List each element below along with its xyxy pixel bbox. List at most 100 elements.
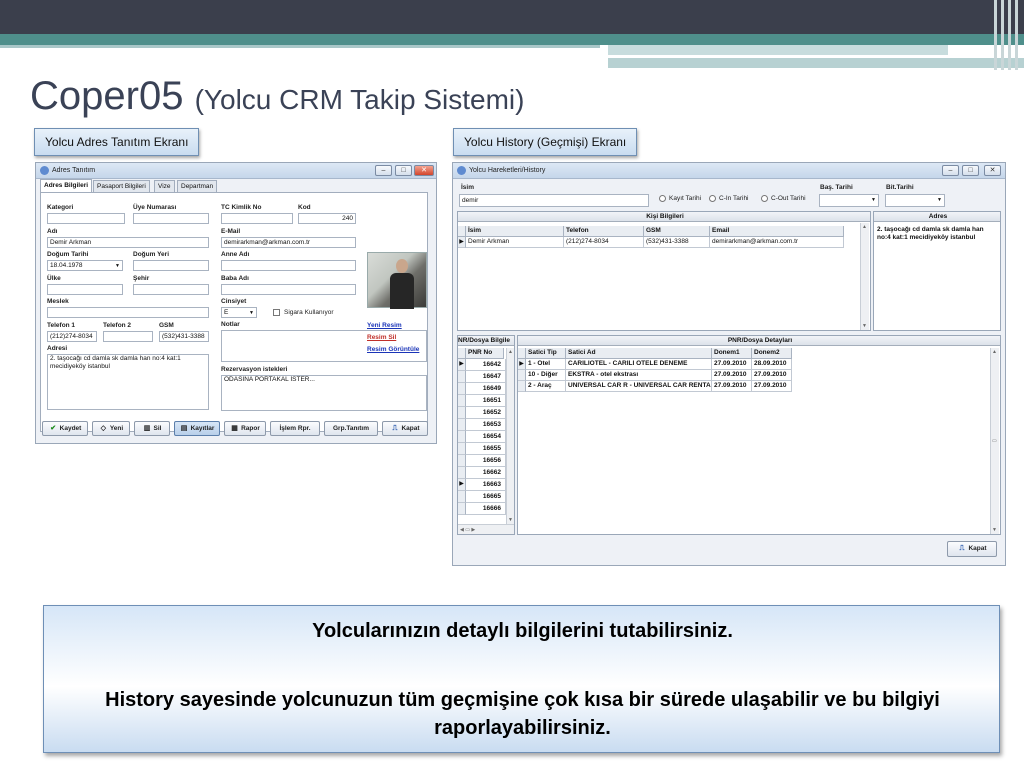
adi-field[interactable]: Demir Arkman [47, 237, 209, 248]
detay-cell[interactable]: 1 - Otel [526, 359, 566, 370]
adresi-textarea[interactable]: 2. taşocağı cd damla sk damla han no:4 k… [47, 354, 209, 410]
isim-search-input[interactable]: demir [459, 194, 649, 207]
baba-adi-field[interactable] [221, 284, 356, 295]
close-icon[interactable]: ✕ [414, 165, 434, 176]
label-cinsiyet: Cinsiyet [221, 298, 247, 305]
pnr-row[interactable]: 16656 [466, 455, 506, 467]
anne-adi-field[interactable] [221, 260, 356, 271]
pnr-row-header-corner [458, 348, 466, 359]
uye-numarasi-field[interactable] [133, 213, 209, 224]
close-icon[interactable]: ✕ [984, 165, 1001, 176]
col-telefon[interactable]: Telefon [564, 226, 644, 237]
cinsiyet-select[interactable]: E [221, 307, 257, 318]
pnr-row[interactable]: 16654 [466, 431, 506, 443]
pnr-scrollbar[interactable]: ▲ ▼ [506, 348, 514, 524]
tab-pasaport-bilgileri[interactable]: Pasaport Bilgileri [93, 180, 150, 192]
col-donem1[interactable]: Donem1 [712, 348, 752, 359]
pnr-list-header: NR/Dosya Bilgile [458, 336, 514, 346]
detay-cell[interactable]: 27.09.2010 [712, 370, 752, 381]
pnr-row[interactable]: 16665 [466, 491, 506, 503]
kategori-field[interactable] [47, 213, 125, 224]
email-field[interactable]: demirarkman@arkman.com.tr [221, 237, 356, 248]
detay-cell[interactable]: 28.09.2010 [752, 359, 792, 370]
resim-goruntule-link[interactable]: Resim Görüntüle [367, 346, 419, 353]
adres-text: 2. taşocağı cd damla sk damla han no:4 k… [877, 226, 984, 241]
kisi-scrollbar[interactable]: ▲ ▼ [860, 223, 869, 330]
sil-button[interactable]: ▥ Sil [134, 421, 170, 436]
dogum-yeri-field[interactable] [133, 260, 209, 271]
yeni-resim-link[interactable]: Yeni Resim [367, 322, 402, 329]
telefon2-field[interactable] [103, 331, 153, 342]
tab-adres-bilgileri[interactable]: Adres Bilgileri [40, 179, 93, 192]
col-donem2[interactable]: Donem2 [752, 348, 792, 359]
ulke-field[interactable] [47, 284, 123, 295]
adres-grid: Adres 2. taşocağı cd damla sk damla han … [873, 211, 1001, 331]
col-isim[interactable]: İsim [466, 226, 564, 237]
sigara-checkbox[interactable] [273, 309, 280, 316]
pnr-row[interactable]: 16651 [466, 395, 506, 407]
rezervasyon-textarea[interactable]: ODASINA PORTAKAL İSTER... [221, 375, 427, 411]
kaydet-button[interactable]: ✔ Kaydet [42, 421, 88, 436]
detay-cell[interactable]: 27.09.2010 [712, 359, 752, 370]
col-satici-tip[interactable]: Satici Tip [526, 348, 566, 359]
pnr-row[interactable]: 16666 [466, 503, 506, 515]
maximize-icon[interactable]: □ [962, 165, 979, 176]
grp-tanitim-button[interactable]: Grp.Tanıtım [324, 421, 378, 436]
sehir-field[interactable] [133, 284, 209, 295]
kisi-cell-isim[interactable]: Demir Arkman [466, 237, 564, 248]
pnr-row[interactable]: 16663 [466, 479, 506, 491]
rapor-button[interactable]: ▦ Rapor [224, 421, 266, 436]
col-satici-ad[interactable]: Satici Ad [566, 348, 712, 359]
pnr-row[interactable]: 16652 [466, 407, 506, 419]
pnr-hscrollbar[interactable]: ◀ ▭ ▶ [458, 524, 514, 534]
col-email[interactable]: Email [710, 226, 844, 237]
pnr-row[interactable]: 16662 [466, 467, 506, 479]
kayitlar-button[interactable]: ▤ Kayıtlar [174, 421, 220, 436]
label-rezervasyon: Rezervasyon istekleri [221, 366, 288, 373]
kisi-cell-telefon[interactable]: (212)274-8034 [564, 237, 644, 248]
radio-kayit-tarihi[interactable] [659, 195, 666, 202]
radio-c-out-tarihi[interactable] [761, 195, 768, 202]
label-notlar: Notlar [221, 321, 240, 328]
detay-cell[interactable]: 27.09.2010 [752, 370, 792, 381]
pnr-row[interactable]: 16653 [466, 419, 506, 431]
kod-field[interactable]: 240 [298, 213, 356, 224]
kapat-button-adres[interactable]: ⎍ Kapat [382, 421, 428, 436]
minimize-icon[interactable]: – [375, 165, 392, 176]
meslek-field[interactable] [47, 307, 209, 318]
yeni-button[interactable]: ◇ Yeni [92, 421, 130, 436]
minimize-icon[interactable]: – [942, 165, 959, 176]
kapat-button-history[interactable]: ⎍ Kapat [947, 541, 997, 557]
history-window-title: Yolcu Hareketleri/History [469, 167, 546, 174]
detay-cell[interactable]: 10 - Diğer [526, 370, 566, 381]
pnr-row[interactable]: 16649 [466, 383, 506, 395]
pnr-row[interactable]: 16655 [466, 443, 506, 455]
detay-cell[interactable]: 27.09.2010 [752, 381, 792, 392]
tab-departman[interactable]: Departman [177, 180, 218, 192]
tc-kimlik-field[interactable] [221, 213, 293, 224]
radio-c-in-tarihi[interactable] [709, 195, 716, 202]
kisi-cell-email[interactable]: demirarkman@arkman.com.tr [710, 237, 844, 248]
pnr-row[interactable]: 16647 [466, 371, 506, 383]
detay-cell[interactable]: EKSTRA - otel ekstrası [566, 370, 712, 381]
app-icon [40, 166, 49, 175]
maximize-icon[interactable]: □ [395, 165, 412, 176]
bas-tarihi-picker[interactable] [819, 194, 879, 207]
resim-sil-link[interactable]: Resim Sil [367, 334, 396, 341]
detay-scrollbar[interactable]: ▲ ▭ ▼ [990, 348, 999, 534]
telefon1-field[interactable]: (212)274-8034 [47, 331, 97, 342]
tab-vize[interactable]: Vize [154, 180, 175, 192]
label-telefon2: Telefon 2 [103, 322, 132, 329]
col-gsm[interactable]: GSM [644, 226, 710, 237]
gsm-field[interactable]: (532)431-3388 [159, 331, 209, 342]
detay-cell[interactable]: 27.09.2010 [712, 381, 752, 392]
kisi-cell-gsm[interactable]: (532)431-3388 [644, 237, 710, 248]
detay-cell[interactable]: 2 - Araç [526, 381, 566, 392]
pnr-row[interactable]: 16642 [466, 359, 506, 371]
detay-cell[interactable]: CARILIOTEL - CARILI OTELE DENEME [566, 359, 712, 370]
col-pnr-no[interactable]: PNR No [466, 348, 504, 359]
dogum-tarihi-picker[interactable]: 18.04.1978 [47, 260, 123, 271]
detay-cell[interactable]: UNIVERSAL CAR R - UNIVERSAL CAR RENTA [566, 381, 712, 392]
islem-rpr-button[interactable]: İşlem Rpr. [270, 421, 320, 436]
bit-tarihi-picker[interactable] [885, 194, 945, 207]
